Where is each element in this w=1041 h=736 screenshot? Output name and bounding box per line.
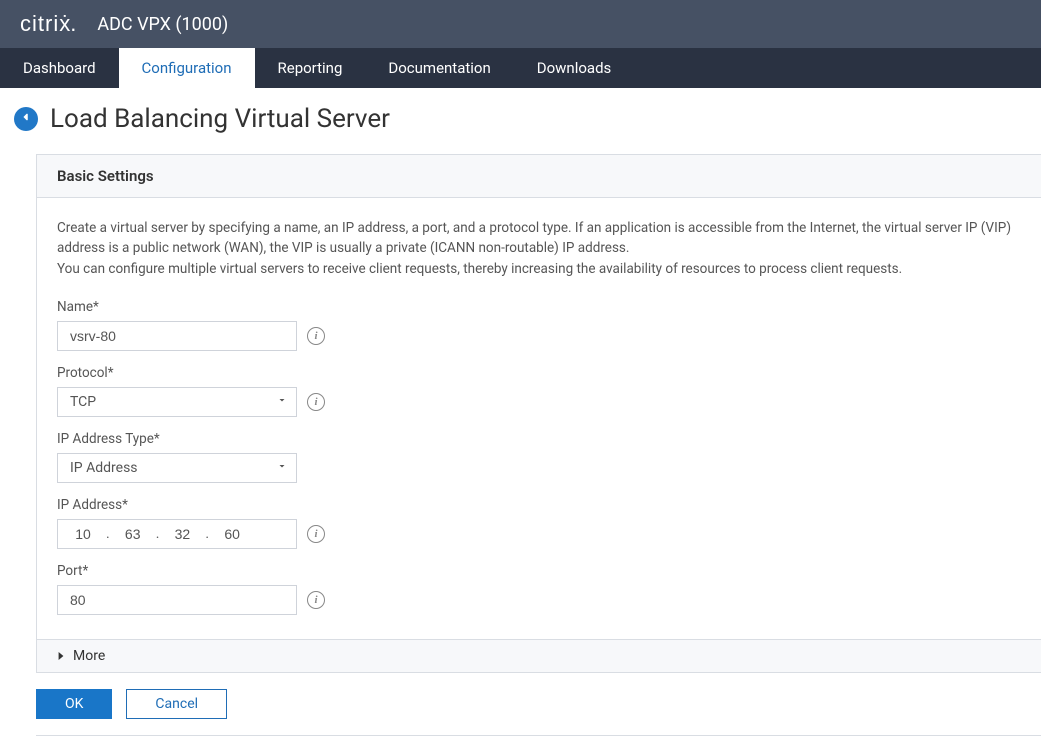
protocol-select[interactable]: TCP <box>57 387 297 417</box>
protocol-label: Protocol* <box>57 365 1021 381</box>
ip-type-select[interactable]: IP Address <box>57 453 297 483</box>
page-content: Load Balancing Virtual Server Basic Sett… <box>0 88 1041 736</box>
panel-header: Basic Settings <box>37 155 1041 198</box>
tab-documentation[interactable]: Documentation <box>365 48 513 88</box>
field-ip-type: IP Address Type* IP Address <box>57 431 1021 483</box>
tab-bar: Dashboard Configuration Reporting Docume… <box>0 48 1041 88</box>
ip-octet-1[interactable] <box>66 526 100 542</box>
tab-configuration[interactable]: Configuration <box>119 48 255 88</box>
protocol-value: TCP <box>70 394 96 410</box>
info-icon[interactable]: i <box>307 525 325 543</box>
chevron-down-icon <box>276 394 288 410</box>
panel-desc-line-1: Create a virtual server by specifying a … <box>57 220 1011 256</box>
ip-octet-2[interactable] <box>116 526 150 542</box>
ip-octet-4[interactable] <box>215 526 249 542</box>
more-toggle[interactable]: More <box>37 639 1041 673</box>
tab-dashboard[interactable]: Dashboard <box>0 48 119 88</box>
panel-body: Create a virtual server by specifying a … <box>37 198 1041 639</box>
ip-label: IP Address* <box>57 497 1021 513</box>
tab-reporting[interactable]: Reporting <box>255 48 366 88</box>
top-bar: citriẋ. ADC VPX (1000) <box>0 0 1041 48</box>
triangle-right-icon <box>57 651 65 661</box>
panel-desc-line-2: You can configure multiple virtual serve… <box>57 261 902 277</box>
ip-dot: . <box>199 526 215 542</box>
more-label: More <box>73 648 105 664</box>
brand-logo: citriẋ. <box>20 11 77 37</box>
page-title: Load Balancing Virtual Server <box>50 104 390 134</box>
tab-downloads[interactable]: Downloads <box>514 48 635 88</box>
action-bar: OK Cancel <box>36 689 1041 736</box>
cancel-button[interactable]: Cancel <box>126 689 227 719</box>
field-ip-address: IP Address* . . . i <box>57 497 1021 549</box>
ip-octet-3[interactable] <box>165 526 199 542</box>
info-icon[interactable]: i <box>307 327 325 345</box>
ip-input-group: . . . <box>57 519 297 549</box>
arrow-left-icon <box>19 110 33 128</box>
ip-type-label: IP Address Type* <box>57 431 1021 447</box>
ip-dot: . <box>150 526 166 542</box>
port-input[interactable] <box>57 585 297 615</box>
basic-settings-panel: Basic Settings Create a virtual server b… <box>36 154 1041 673</box>
back-button[interactable] <box>14 107 38 131</box>
ok-button[interactable]: OK <box>36 689 112 719</box>
info-icon[interactable]: i <box>307 591 325 609</box>
ip-type-value: IP Address <box>70 460 138 476</box>
page-header: Load Balancing Virtual Server <box>14 104 1041 134</box>
chevron-down-icon <box>276 460 288 476</box>
field-name: Name* i <box>57 299 1021 351</box>
panel-description: Create a virtual server by specifying a … <box>57 218 1021 279</box>
field-port: Port* i <box>57 563 1021 615</box>
ip-dot: . <box>100 526 116 542</box>
info-icon[interactable]: i <box>307 393 325 411</box>
name-input[interactable] <box>57 321 297 351</box>
field-protocol: Protocol* TCP i <box>57 365 1021 417</box>
port-label: Port* <box>57 563 1021 579</box>
name-label: Name* <box>57 299 1021 315</box>
product-title: ADC VPX (1000) <box>97 14 228 35</box>
